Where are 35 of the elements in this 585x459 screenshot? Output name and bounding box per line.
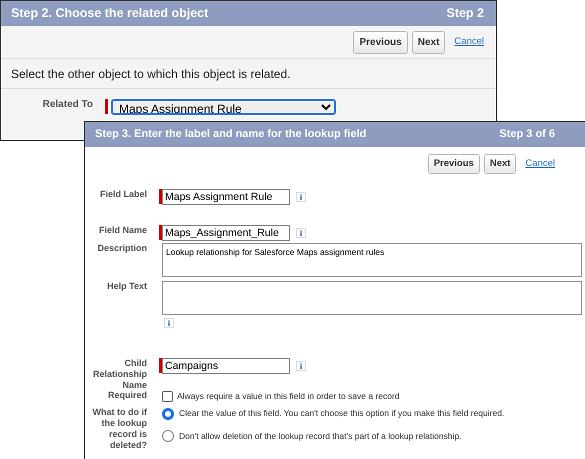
step-title: Step 2. Choose the related object	[11, 5, 208, 22]
field-label: Field Name	[98, 225, 147, 236]
next-button[interactable]: Next	[412, 30, 446, 54]
info-icon[interactable]	[296, 361, 306, 371]
field-label: Field Label	[98, 189, 147, 200]
text-input[interactable]: Campaigns	[162, 358, 290, 374]
field-label: Description	[96, 243, 147, 254]
info-icon[interactable]	[296, 228, 306, 238]
step-indicator: Step 2	[446, 5, 484, 22]
cancel-link[interactable]: Cancel	[454, 34, 484, 50]
field-label: What to do if the lookup record is deleted?	[92, 407, 147, 450]
text-area[interactable]	[162, 281, 582, 315]
radio-label: Clear the value of this field. You can't choose this option if you make this field required.	[179, 407, 504, 420]
step-indicator: Step 3 of 6	[499, 127, 555, 142]
related-to-select[interactable]: Maps Assignment Rule	[111, 99, 336, 115]
checkbox-label: Always require a value in this field in order to save a record	[177, 390, 400, 404]
previous-button[interactable]: Previous	[428, 154, 480, 174]
step-title: Step 3. Enter the label and name for the lookup field	[95, 127, 366, 142]
field-label: Related To	[42, 99, 93, 111]
radio-button[interactable]	[162, 430, 174, 442]
previous-button[interactable]: Previous	[353, 30, 408, 54]
info-icon[interactable]	[296, 192, 306, 202]
field-label: Help Text	[106, 281, 147, 292]
info-icon[interactable]	[164, 318, 174, 328]
text-input[interactable]: Maps Assignment Rule	[162, 189, 290, 205]
field-label: Child Relationship Name	[92, 358, 147, 390]
instruction-text: Select the other object to which this object is related.	[1, 59, 496, 89]
cancel-link[interactable]: Cancel	[525, 156, 555, 172]
radio-label: Don't allow deletion of the lookup record that's part of a lookup relationship.	[179, 430, 462, 443]
text-area[interactable]: Lookup relationship for Salesforce Maps assignment rules	[162, 243, 582, 277]
next-button[interactable]: Next	[484, 154, 516, 174]
checkbox[interactable]	[162, 391, 173, 402]
text-input[interactable]: Maps_Assignment_Rule	[162, 225, 290, 241]
radio-button[interactable]	[162, 408, 174, 420]
field-label: Required	[106, 390, 147, 402]
